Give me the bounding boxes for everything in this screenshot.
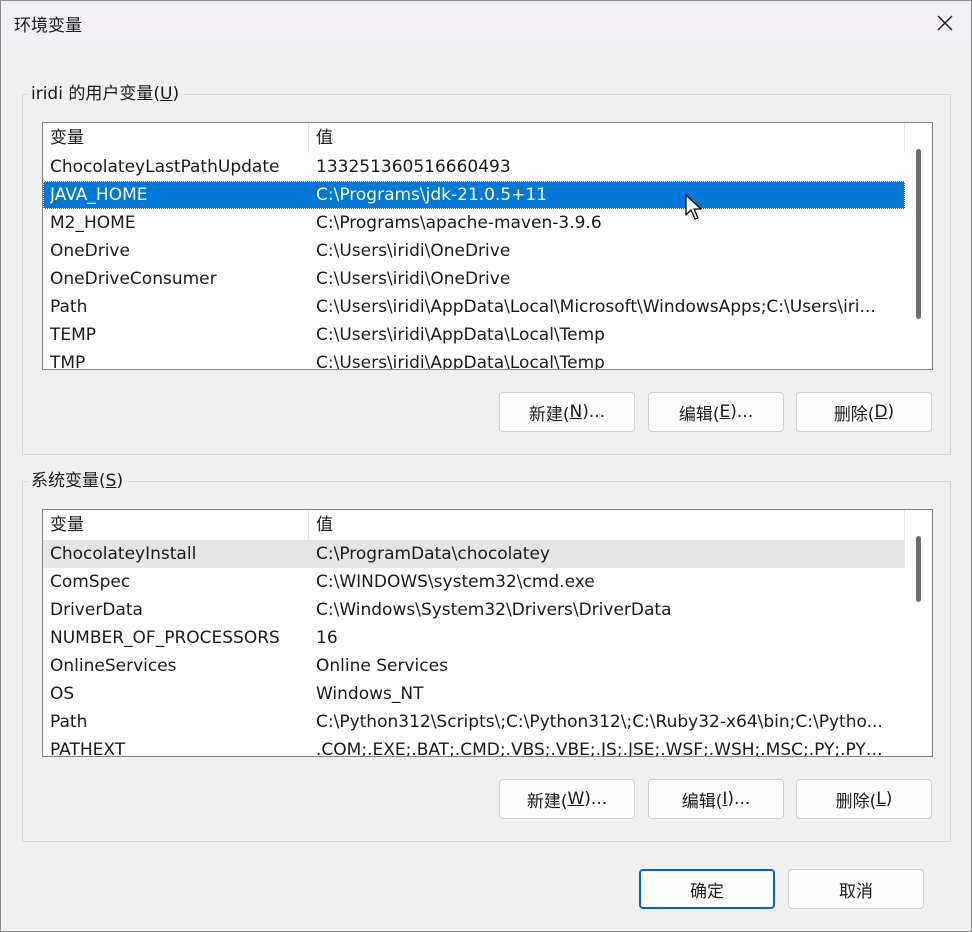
column-header-variable[interactable]: 变量: [43, 510, 309, 540]
row-variable-value: C:\Users\iridi\AppData\Local\Temp: [316, 353, 605, 370]
cancel-button[interactable]: 取消: [788, 869, 924, 909]
row-variable-name: OS: [50, 684, 75, 704]
user-new-button[interactable]: 新建(N)...: [499, 392, 635, 432]
list-row[interactable]: OnlineServices Online Services: [43, 652, 905, 680]
row-variable-value: C:\Programs\jdk-21.0.5+11: [316, 185, 548, 205]
list-row[interactable]: ComSpec C:\WINDOWS\system32\cmd.exe: [43, 568, 905, 596]
row-variable-name: OnlineServices: [50, 656, 177, 676]
close-icon: [937, 15, 953, 31]
user-variables-list[interactable]: 变量 值 ChocolateyLastPathUpdate 13325136051…: [42, 122, 933, 370]
column-header-value[interactable]: 值: [309, 123, 905, 153]
title-bar: 环境变量: [1, 1, 971, 45]
row-variable-name: TEMP: [50, 325, 97, 345]
row-variable-name: NUMBER_OF_PROCESSORS: [50, 628, 280, 648]
system-variables-rows: ChocolateyInstall C:\ProgramData\chocolat…: [43, 540, 905, 757]
row-variable-name: OneDrive: [50, 241, 130, 261]
column-header-value[interactable]: 值: [309, 510, 905, 540]
row-variable-value: C:\Python312\Scripts\;C:\Python312\;C:\R…: [316, 712, 883, 732]
mouse-cursor-icon: [685, 194, 702, 220]
row-variable-value: C:\Users\iridi\AppData\Local\Microsoft\W…: [316, 297, 876, 317]
ok-button[interactable]: 确定: [639, 869, 775, 909]
window-title: 环境变量: [14, 16, 82, 36]
row-variable-value: C:\Users\iridi\AppData\Local\Temp: [316, 325, 605, 345]
row-variable-value: C:\Programs\apache-maven-3.9.6: [316, 213, 602, 233]
row-variable-value: C:\ProgramData\chocolatey: [316, 544, 550, 564]
system-list-scrollbar[interactable]: [905, 510, 932, 756]
row-variable-name: Path: [50, 297, 88, 317]
list-row[interactable]: JAVA_HOME C:\Programs\jdk-21.0.5+11: [43, 181, 905, 209]
system-variables-label: 系统变量(S): [27, 471, 128, 491]
row-variable-name: Path: [50, 712, 88, 732]
row-variable-value: C:\WINDOWS\system32\cmd.exe: [316, 572, 595, 592]
list-row[interactable]: OS Windows_NT: [43, 680, 905, 708]
row-variable-name: TMP: [50, 353, 86, 370]
scrollbar-thumb[interactable]: [916, 536, 921, 602]
row-variable-value: Windows_NT: [316, 684, 424, 704]
environment-variables-dialog: 环境变量 iridi 的用户变量(U) 变量 值 ChocolateyLastP…: [0, 0, 972, 932]
system-new-button[interactable]: 新建(W)...: [499, 779, 635, 819]
list-row[interactable]: DriverData C:\Windows\System32\Drivers\Dr…: [43, 596, 905, 624]
row-variable-value: Online Services: [316, 656, 448, 676]
scrollbar-thumb[interactable]: [916, 149, 921, 319]
list-row[interactable]: OneDriveConsumer C:\Users\iridi\OneDrive: [43, 265, 905, 293]
list-row[interactable]: TMP C:\Users\iridi\AppData\Local\Temp: [43, 349, 905, 370]
user-delete-button[interactable]: 删除(D): [796, 392, 932, 432]
list-row[interactable]: M2_HOME C:\Programs\apache-maven-3.9.6: [43, 209, 905, 237]
row-variable-value: C:\Users\iridi\OneDrive: [316, 269, 511, 289]
row-variable-name: OneDriveConsumer: [50, 269, 217, 289]
row-variable-name: ComSpec: [50, 572, 131, 592]
row-variable-value: .COM;.EXE;.BAT;.CMD;.VBS;.VBE;.JS;.JSE;.…: [316, 740, 896, 757]
row-variable-name: DriverData: [50, 600, 143, 620]
row-variable-value: 16: [316, 628, 338, 648]
list-row[interactable]: Path C:\Users\iridi\AppData\Local\Microso…: [43, 293, 905, 321]
row-variable-name: JAVA_HOME: [50, 185, 148, 205]
row-variable-name: ChocolateyInstall: [50, 544, 197, 564]
list-row[interactable]: ChocolateyInstall C:\ProgramData\chocolat…: [43, 540, 905, 568]
user-list-scrollbar[interactable]: [905, 123, 932, 369]
list-row[interactable]: ChocolateyLastPathUpdate 1332513605166604…: [43, 153, 905, 181]
row-variable-name: M2_HOME: [50, 213, 136, 233]
system-delete-button[interactable]: 删除(L): [796, 779, 932, 819]
list-header: 变量 值: [43, 510, 905, 540]
user-variables-rows: ChocolateyLastPathUpdate 1332513605166604…: [43, 153, 905, 370]
system-edit-button[interactable]: 编辑(I)...: [648, 779, 784, 819]
row-variable-value: C:\Windows\System32\Drivers\DriverData: [316, 600, 672, 620]
list-row[interactable]: OneDrive C:\Users\iridi\OneDrive: [43, 237, 905, 265]
row-variable-name: PATHEXT: [50, 740, 126, 757]
system-variables-list[interactable]: 变量 值 ChocolateyInstall C:\ProgramData\cho…: [42, 509, 933, 757]
list-header: 变量 值: [43, 123, 905, 153]
column-header-variable[interactable]: 变量: [43, 123, 309, 153]
close-button[interactable]: [919, 1, 971, 45]
row-variable-value: C:\Users\iridi\OneDrive: [316, 241, 511, 261]
list-row[interactable]: PATHEXT .COM;.EXE;.BAT;.CMD;.VBS;.VBE;.JS…: [43, 736, 905, 757]
user-edit-button[interactable]: 编辑(E)...: [648, 392, 784, 432]
list-row[interactable]: TEMP C:\Users\iridi\AppData\Local\Temp: [43, 321, 905, 349]
row-variable-name: ChocolateyLastPathUpdate: [50, 157, 280, 177]
list-row[interactable]: Path C:\Python312\Scripts\;C:\Python312\;…: [43, 708, 905, 736]
list-row[interactable]: NUMBER_OF_PROCESSORS 16: [43, 624, 905, 652]
user-variables-label: iridi 的用户变量(U): [27, 84, 184, 104]
row-variable-value: 133251360516660493: [316, 157, 511, 177]
